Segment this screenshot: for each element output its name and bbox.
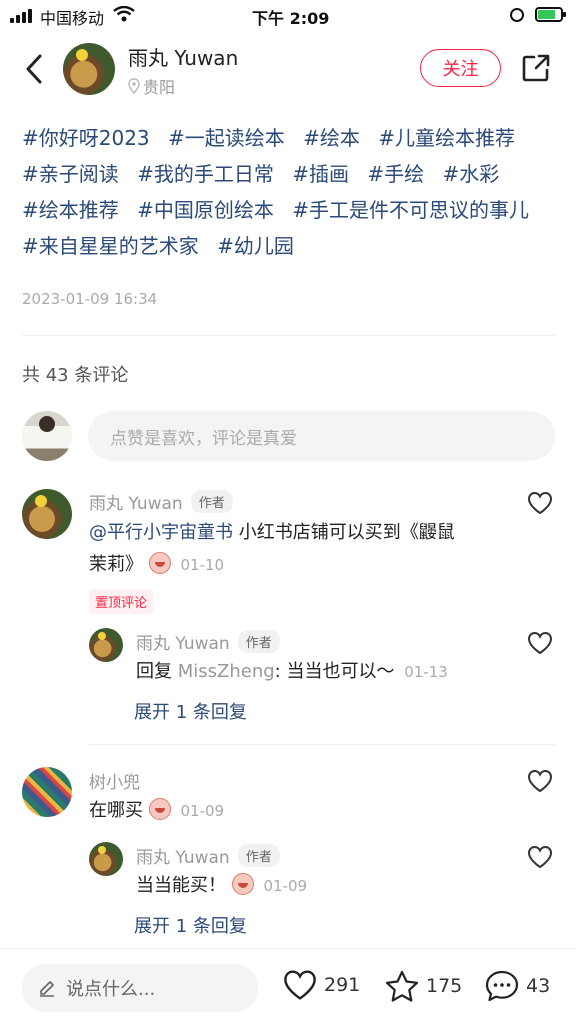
tag-link[interactable]: #中国原创绘本 <box>137 198 274 222</box>
author-name[interactable]: 雨丸 Yuwan <box>128 42 238 71</box>
tag-link[interactable]: #我的手工日常 <box>137 162 274 186</box>
commenter-avatar[interactable] <box>22 489 72 539</box>
commenter-name: 树小兜 <box>89 768 140 793</box>
share-icon[interactable] <box>520 52 552 84</box>
author-badge: 作者 <box>237 630 280 653</box>
collect-action[interactable]: 175 <box>384 969 462 1003</box>
like-heart-icon[interactable] <box>527 769 553 793</box>
collect-count: 175 <box>426 975 463 997</box>
author-badge: 作者 <box>190 490 233 513</box>
tag-link[interactable]: #绘本推荐 <box>22 198 119 222</box>
bottom-bar: 说点什么... 291 175 43 <box>0 948 576 1024</box>
signal-icon <box>10 9 32 23</box>
reply-date: 01-13 <box>404 663 448 681</box>
back-icon[interactable] <box>22 52 50 86</box>
comment-date: 01-10 <box>180 556 225 574</box>
emoji-icon <box>148 798 171 820</box>
emoji-icon <box>231 873 254 895</box>
comment-text: @平行小宇宙童书 小红书店铺可以买到《鼹鼠 茉莉》 01-10 <box>89 517 509 581</box>
divider <box>89 744 555 745</box>
comment-action[interactable]: 43 <box>484 969 550 1003</box>
bottom-input-placeholder: 说点什么... <box>66 979 156 1000</box>
expand-replies-link[interactable]: 展开 1 条回复 <box>134 698 247 724</box>
comment-count: 共 43 条评论 <box>22 365 129 386</box>
comment-icon <box>485 970 519 1002</box>
reply-prefix: 回复 <box>136 661 178 682</box>
battery-icon <box>535 7 566 22</box>
comment-body-2: 茉莉》 <box>89 554 143 575</box>
author-location: 贵阳 <box>128 74 175 98</box>
star-icon <box>385 970 419 1002</box>
commenter-name-label[interactable]: 树小兜 <box>89 768 140 793</box>
status-time: 下午 2:09 <box>252 9 330 28</box>
like-heart-icon[interactable] <box>527 845 553 869</box>
like-action[interactable]: 291 <box>282 969 360 1001</box>
comment-body: 在哪买 <box>89 800 143 821</box>
user-avatar <box>22 411 72 461</box>
reply-name-label[interactable]: 雨丸 Yuwan <box>136 843 230 868</box>
tag-link[interactable]: #一起读绘本 <box>168 126 285 150</box>
tag-link[interactable]: #插画 <box>292 162 349 186</box>
commenter-avatar[interactable] <box>22 767 72 817</box>
commenter-name-label[interactable]: 雨丸 Yuwan <box>89 489 183 514</box>
reply-name-label[interactable]: 雨丸 Yuwan <box>136 629 230 654</box>
reply-name: 雨丸 Yuwan 作者 <box>136 629 280 654</box>
commenter-name: 雨丸 Yuwan 作者 <box>89 489 233 514</box>
wifi-icon <box>113 6 135 22</box>
tag-link[interactable]: #来自星星的艺术家 <box>22 234 199 258</box>
post-tags: #你好呀2023 #一起读绘本 #绘本 #儿童绘本推荐 #亲子阅读 #我的手工日… <box>22 120 557 264</box>
comments-count: 43 <box>526 975 551 997</box>
heart-icon <box>284 970 316 1000</box>
reply-text: 回复 MissZheng: 当当也可以～ 01-13 <box>136 656 448 688</box>
author-avatar[interactable] <box>63 43 115 95</box>
reply-avatar[interactable] <box>89 628 123 662</box>
pencil-icon <box>40 981 54 997</box>
tag-link[interactable]: #幼儿园 <box>217 234 294 258</box>
location-label: 贵阳 <box>143 78 176 97</box>
comment-body-1: 小红书店铺可以买到《鼹鼠 <box>233 522 455 543</box>
comment-date: 01-09 <box>180 802 225 820</box>
post-date: 2023-01-09 16:34 <box>22 290 158 308</box>
like-heart-icon[interactable] <box>527 631 553 655</box>
bottom-comment-input[interactable]: 说点什么... <box>22 964 258 1012</box>
comment-text: 在哪买 01-09 <box>89 795 224 827</box>
status-bar: 中国移动 下午 2:09 <box>0 0 576 30</box>
reply-to-user[interactable]: MissZheng <box>178 661 275 682</box>
reply-avatar[interactable] <box>89 842 123 876</box>
like-count: 291 <box>324 974 361 996</box>
divider <box>22 335 555 336</box>
reply-name: 雨丸 Yuwan 作者 <box>136 843 280 868</box>
expand-replies-link[interactable]: 展开 1 条回复 <box>134 912 247 938</box>
tag-link[interactable]: #手工是件不可思议的事儿 <box>292 198 529 222</box>
mention-link[interactable]: @平行小宇宙童书 <box>89 522 233 543</box>
tag-link[interactable]: #绘本 <box>303 126 360 150</box>
tag-link[interactable]: #你好呀2023 <box>22 126 150 150</box>
reply-body: 当当能买！ <box>136 875 226 896</box>
author-badge: 作者 <box>237 844 280 867</box>
pinned-badge: 置顶评论 <box>89 589 154 614</box>
follow-button[interactable]: 关注 <box>420 49 501 87</box>
tag-link[interactable]: #亲子阅读 <box>22 162 119 186</box>
emoji-icon <box>148 552 171 574</box>
reply-body: : 当当也可以～ <box>274 661 395 682</box>
tag-link[interactable]: #水彩 <box>443 162 500 186</box>
tag-link[interactable]: #儿童绘本推荐 <box>378 126 515 150</box>
reply-date: 01-09 <box>263 877 308 895</box>
comment-input[interactable]: 点赞是喜欢，评论是真爱 <box>88 411 555 461</box>
reply-text: 当当能买！ 01-09 <box>136 870 307 902</box>
like-heart-icon[interactable] <box>527 491 553 515</box>
tag-link[interactable]: #手绘 <box>367 162 424 186</box>
location-icon <box>128 78 140 94</box>
carrier-name: 中国移动 <box>40 9 105 28</box>
orientation-lock-icon <box>510 8 524 22</box>
